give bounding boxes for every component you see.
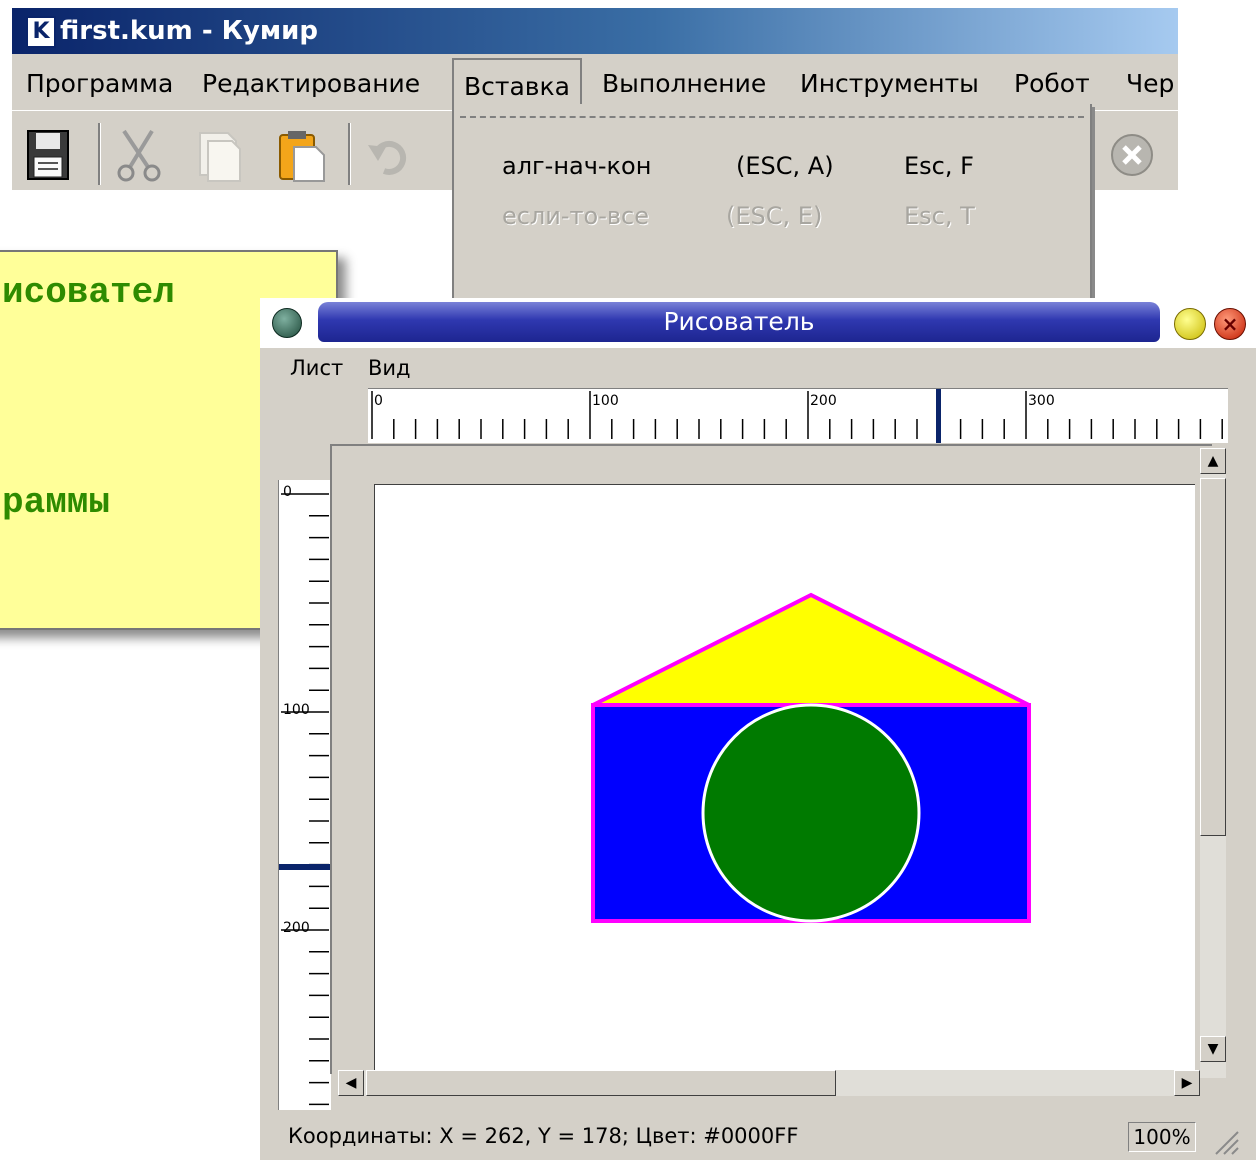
note-text-line2: раммы — [2, 482, 111, 523]
tear-off-line[interactable] — [460, 116, 1084, 118]
scroll-right-icon[interactable]: ▶ — [1174, 1070, 1200, 1096]
risovatel-title-bar[interactable]: Рисователь — [318, 302, 1160, 342]
pin-icon[interactable] — [272, 308, 302, 338]
menu-draftsman[interactable]: Чер — [1126, 68, 1174, 100]
risovatel-title-area: Рисователь × — [260, 298, 1256, 348]
vertical-ruler-ticks — [279, 493, 331, 1106]
menu-item-shortcut: Esc, F — [904, 152, 974, 180]
vertical-scroll-thumb[interactable] — [1200, 478, 1226, 836]
drawing-canvas[interactable] — [374, 484, 1195, 1076]
zoom-level: 100% — [1128, 1122, 1196, 1152]
ruler-label: 200 — [810, 393, 837, 409]
horizontal-scroll-thumb[interactable] — [366, 1070, 836, 1096]
status-bar: Координаты: X = 262, Y = 178; Цвет: #000… — [260, 1110, 1256, 1160]
note-text-line1: исовател — [2, 272, 175, 313]
house-drawing — [591, 592, 1031, 923]
ruler-label: 200 — [283, 920, 310, 936]
green-circle — [701, 703, 921, 923]
menu-run[interactable]: Выполнение — [602, 68, 766, 100]
menu-item-hint: (ESC, E) — [726, 202, 823, 230]
risovatel-menubar: Лист Вид — [260, 348, 1256, 388]
menu-item-label: алг-нач-кон — [502, 152, 652, 180]
toolbar-separator — [348, 123, 351, 185]
menu-robot[interactable]: Робот — [1014, 68, 1090, 100]
menu-view[interactable]: Вид — [368, 354, 411, 382]
menu-item-hint: (ESC, A) — [736, 152, 834, 180]
menu-item-label: если-то-все — [502, 202, 649, 230]
vertical-ruler: 0 100 200 — [278, 480, 331, 1110]
horizontal-ruler-ticks — [371, 389, 1223, 443]
resize-grip-icon[interactable] — [1210, 1126, 1240, 1156]
menubar: Программа Редактирование Вставка Выполне… — [12, 58, 1178, 112]
vertical-scrollbar[interactable]: ▲ ▼ — [1200, 448, 1226, 1078]
ruler-label: 100 — [592, 393, 619, 409]
save-icon[interactable] — [22, 127, 78, 183]
ruler-label: 0 — [374, 393, 383, 409]
stop-icon[interactable] — [1106, 127, 1162, 183]
ruler-label: 100 — [283, 702, 310, 718]
close-icon[interactable]: × — [1214, 308, 1246, 340]
roof-triangle — [592, 592, 1030, 707]
ruler-label: 0 — [283, 484, 292, 500]
ruler-label: 300 — [1028, 393, 1055, 409]
scroll-left-icon[interactable]: ◀ — [338, 1070, 364, 1096]
menu-tools[interactable]: Инструменты — [800, 68, 979, 100]
window-title: first.kum - Кумир — [60, 16, 318, 46]
status-coordinates: Координаты: X = 262, Y = 178; Цвет: #000… — [288, 1124, 799, 1148]
menu-item-alg[interactable]: алг-нач-кон (ESC, A) Esc, F — [454, 146, 1090, 186]
paste-icon[interactable] — [274, 127, 330, 183]
copy-icon[interactable] — [192, 127, 248, 183]
canvas-frame — [330, 444, 1212, 1076]
menu-item-if[interactable]: если-то-все (ESC, E) Esc, T — [454, 196, 1090, 236]
minimize-icon[interactable] — [1174, 308, 1206, 340]
toolbar-separator — [98, 123, 101, 185]
cut-icon[interactable] — [112, 127, 168, 183]
kumir-logo-icon: K — [26, 16, 56, 48]
undo-icon[interactable] — [362, 127, 418, 183]
risovatel-window: Рисователь × Лист Вид 0 100 200 300 0 10… — [260, 298, 1256, 1160]
insert-menu-dropdown: алг-нач-кон (ESC, A) Esc, F если-то-все … — [452, 104, 1092, 316]
horizontal-scrollbar[interactable]: ◀ ▶ — [338, 1070, 1200, 1096]
menu-edit[interactable]: Редактирование — [202, 68, 420, 100]
kumir-title-bar[interactable]: K first.kum - Кумир — [12, 8, 1178, 54]
menu-item-shortcut: Esc, T — [904, 202, 975, 230]
horizontal-ruler: 0 100 200 300 — [368, 388, 1228, 443]
scroll-up-icon[interactable]: ▲ — [1200, 448, 1226, 474]
menu-sheet[interactable]: Лист — [290, 354, 343, 382]
menu-program[interactable]: Программа — [26, 68, 173, 100]
risovatel-title: Рисователь — [663, 307, 815, 336]
scroll-down-icon[interactable]: ▼ — [1200, 1036, 1226, 1062]
